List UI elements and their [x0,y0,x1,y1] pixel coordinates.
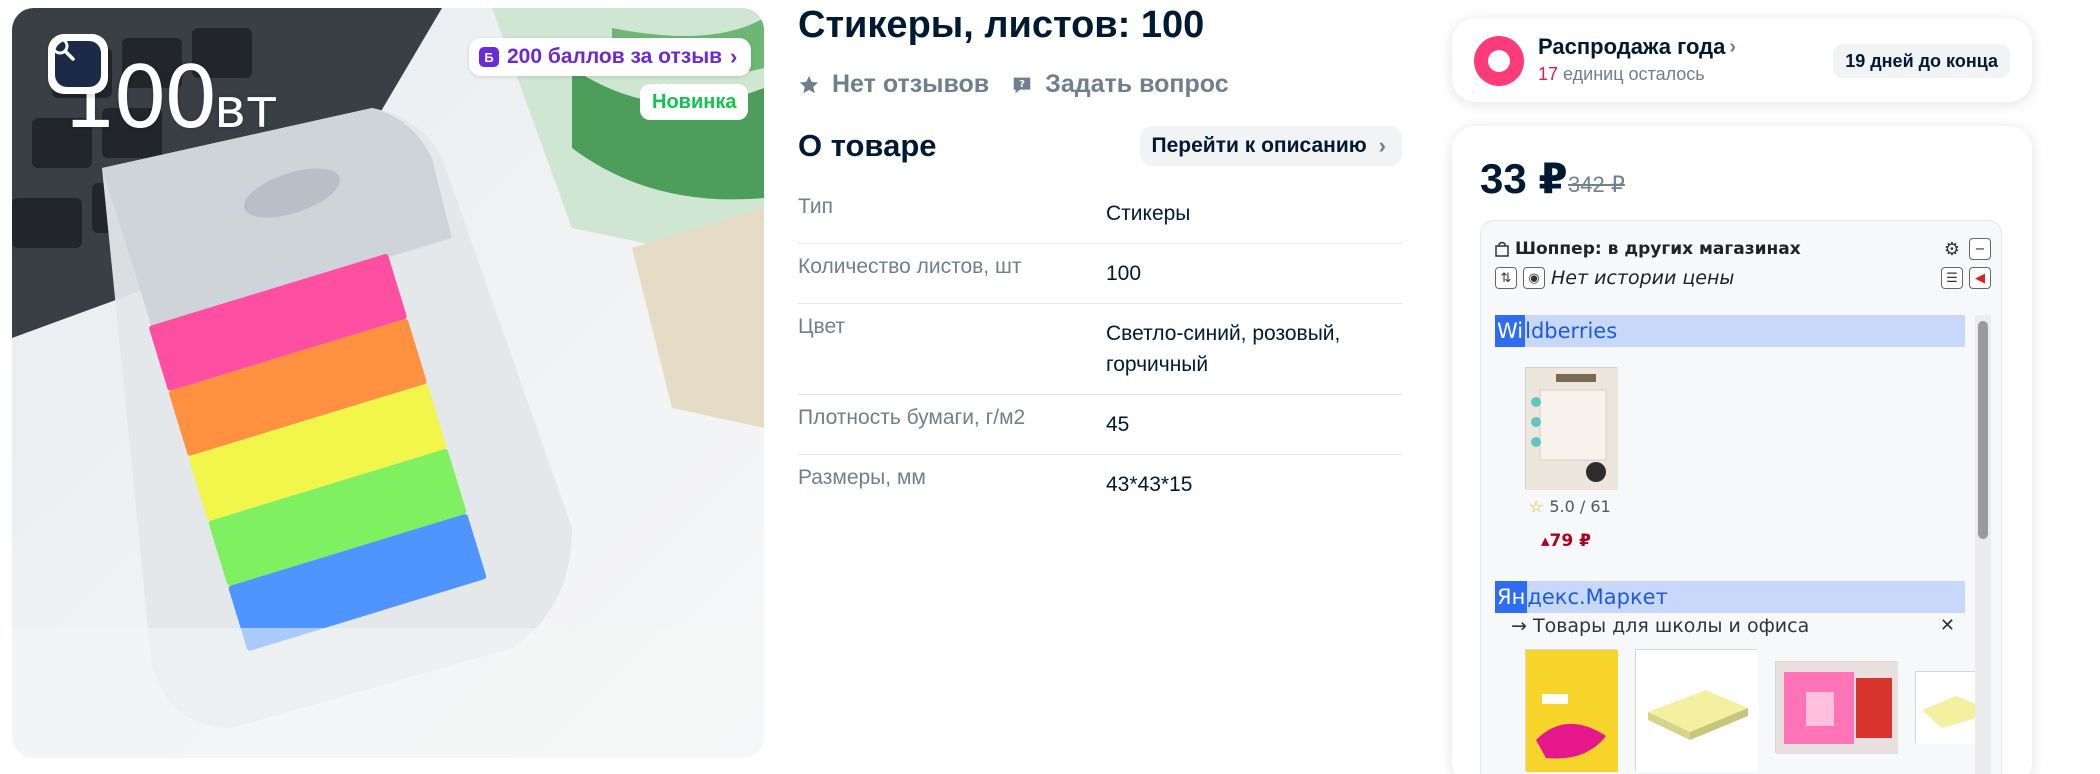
star-icon: ☆ [1529,497,1544,516]
wildberries-price: ▴79 ₽ [1541,531,1591,551]
yandex-product-thumb[interactable] [1635,649,1758,772]
reviews-link[interactable]: Нет отзывов [798,70,989,99]
scrollbar-thumb[interactable] [1978,321,1988,539]
list-icon[interactable]: ☰ [1941,267,1963,289]
spec-key: Размеры, мм [798,466,926,489]
shopper-widget: Шоппер: в других магазинах ⚙ − ⇅ ◉ Нет ис… [1480,220,2002,774]
yandex-category: → Товары для школы и офиса ✕ [1511,615,1965,637]
shopping-bag-icon [1495,241,1509,257]
ask-question-label: Задать вопрос [1045,70,1229,98]
spec-value: Стикеры [1106,202,1191,225]
about-heading: О товаре [798,128,937,163]
spec-value: 45 [1106,413,1130,436]
image-search-icon [51,37,101,87]
spec-row: Количество листов, шт 100 [798,244,1402,304]
shopper-title: Шоппер: в других магазинах [1495,239,1801,259]
spec-value: Светло-синий, розовый, горчичный [1106,322,1341,376]
shopper-header: Шоппер: в других магазинах ⚙ − [1495,237,1991,261]
close-icon[interactable]: ✕ [1940,615,1965,637]
price-old: 342 ₽ [1568,172,1625,197]
wildberries-product-thumb[interactable] [1525,367,1618,490]
yandex-product-thumb[interactable] [1525,649,1618,772]
eye-icon[interactable]: ◉ [1523,267,1545,289]
question-bubble-icon: ? [1013,77,1031,93]
product-title: Стикеры, листов: 100 [798,4,1205,46]
ask-question-link[interactable]: ? Задать вопрос [1011,70,1229,99]
spec-key: Плотность бумаги, г/м2 [798,406,1026,429]
collapse-icon[interactable]: − [1969,238,1991,260]
spec-key: Тип [798,195,834,218]
no-price-history: Нет истории цены [1551,267,1735,289]
shopper-toolbar: ⇅ ◉ Нет истории цены ☰ ◀ [1495,265,1991,291]
store-yandex-market[interactable]: Ян декс.Маркет [1495,581,1965,613]
sale-banner[interactable]: Распродажа года › 17 единиц осталось 19 … [1452,18,2032,102]
price-current: 33 ₽ [1480,155,1568,202]
spec-value: 100 [1106,262,1142,285]
megaphone-icon[interactable]: ◀ [1969,267,1991,289]
spec-row: Тип Стикеры [798,184,1402,244]
spec-table: Тип Стикеры Количество листов, шт 100 Цв… [798,184,1402,514]
settings-gear-icon[interactable]: ⚙ [1941,238,1963,260]
spec-row: Цвет Светло-синий, розовый, горчичный [798,304,1402,395]
spec-key: Цвет [798,315,846,338]
about-section-header: О товаре Перейти к описанию › [798,126,1402,166]
yandex-product-thumb[interactable] [1775,661,1898,754]
review-bonus-text: 200 баллов за отзыв [507,45,723,68]
reviews-label: Нет отзывов [832,70,990,98]
chevron-right-icon: › [1729,35,1737,58]
sale-units-left: 17 единиц осталось [1538,64,1705,84]
spec-row: Размеры, мм 43*43*15 [798,455,1402,514]
new-badge: Новинка [640,84,749,120]
product-meta: Нет отзывов ? Задать вопрос [798,70,1229,99]
go-to-description-label: Перейти к описанию [1151,134,1367,157]
svg-text:?: ? [1019,78,1025,89]
chevron-right-icon: › [1378,133,1386,158]
review-bonus-badge[interactable]: Б 200 баллов за отзыв › [469,38,752,76]
image-search-button[interactable] [48,34,108,94]
product-gallery[interactable]: 100вт Б 200 баллов за отзыв › Новинка [12,8,764,758]
spec-key: Количество листов, шт [798,255,1022,278]
yandex-product-thumbs [1525,649,1976,772]
sort-icon[interactable]: ⇅ [1495,267,1517,289]
yandex-category-link[interactable]: → Товары для школы и офиса [1511,615,1809,637]
store-wildberries[interactable]: Wi ldberries [1495,315,1965,347]
chevron-right-icon: › [730,44,738,69]
spec-row: Плотность бумаги, г/м2 45 [798,395,1402,455]
sale-days-left: 19 дней до конца [1833,44,2010,78]
sale-logo-icon [1474,36,1524,86]
bonus-points-icon: Б [479,47,499,67]
sale-title: Распродажа года › [1538,34,1737,59]
price-card: 33 ₽ 342 ₽ Шоппер: в других магазинах ⚙ −… [1452,126,2032,774]
star-icon [799,75,819,93]
yandex-product-thumb[interactable] [1915,671,1976,744]
spec-value: 43*43*15 [1106,473,1193,496]
shopper-scrollbar[interactable] [1975,315,1991,774]
go-to-description-button[interactable]: Перейти к описанию › [1139,126,1402,166]
wildberries-rating: ☆ 5.0 / 61 [1529,497,1611,516]
